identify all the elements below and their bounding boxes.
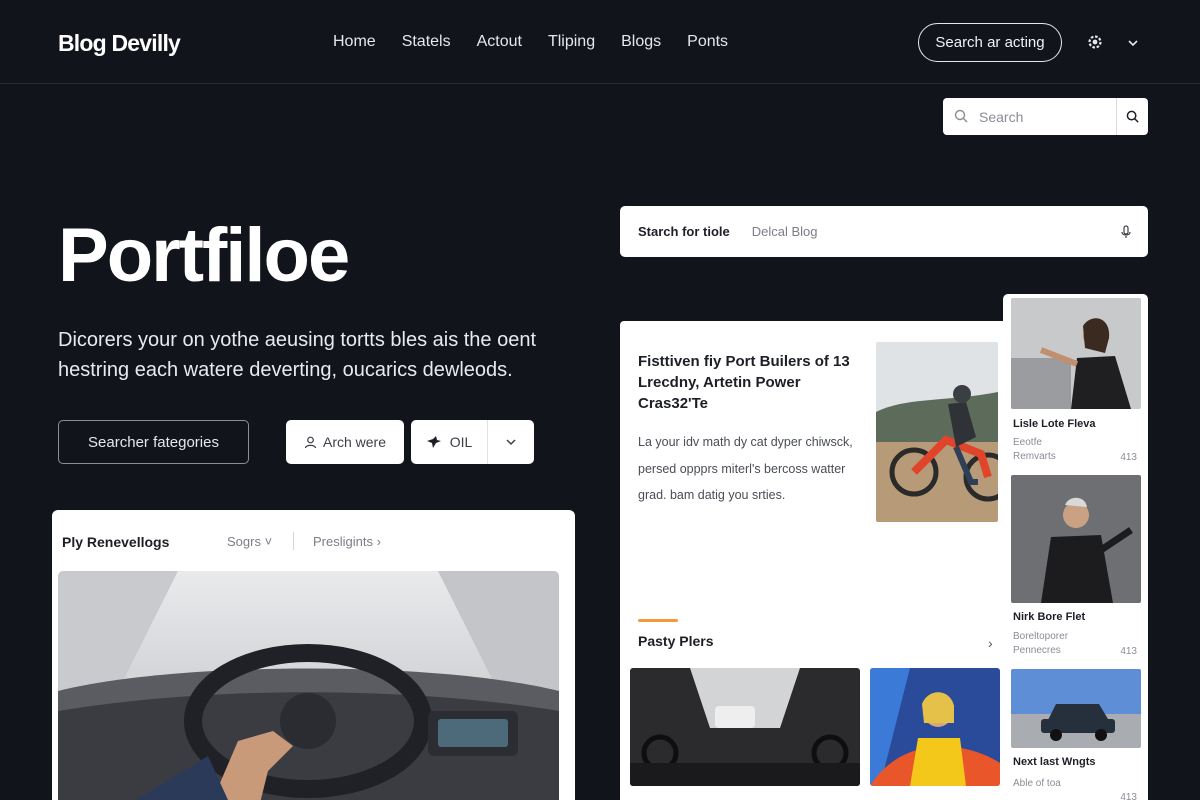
search-acting-button[interactable]: Search ar acting (918, 23, 1062, 62)
nav-blogs[interactable]: Blogs (621, 33, 661, 51)
list-item-name[interactable]: Next last Wngts (1013, 756, 1096, 768)
list-item-count: 413 (1120, 452, 1137, 463)
bird-icon (426, 436, 441, 448)
title-search-bar[interactable]: Starch for tiole Delcal Blog (620, 206, 1148, 257)
oil-label: OIL (449, 434, 473, 450)
top-navbar: Blog Devilly Home Statels Actout Tliping… (0, 0, 1200, 84)
search-bar-value[interactable]: Delcal Blog (752, 224, 1104, 239)
search-input[interactable]: Search (979, 109, 1116, 125)
section-title: Pasty Plers (638, 633, 714, 649)
nav-home[interactable]: Home (333, 33, 376, 51)
search-submit-button[interactable] (1116, 98, 1148, 135)
divider (293, 532, 294, 550)
gear-icon[interactable] (1086, 33, 1104, 51)
featured-post-title[interactable]: Fisttiven fiy Port Builers of 13 Lrecdny… (638, 351, 864, 414)
person-image[interactable] (870, 668, 1000, 786)
accent-line (638, 619, 678, 622)
nav-tliping[interactable]: Tliping (548, 33, 595, 51)
list-item-image[interactable] (1011, 298, 1141, 409)
nav-actout[interactable]: Actout (477, 33, 522, 51)
car-interior-image[interactable] (58, 571, 559, 800)
site-logo[interactable]: Blog Devilly (58, 30, 181, 57)
mic-icon[interactable] (1104, 224, 1148, 239)
search-box[interactable]: Search (943, 98, 1148, 135)
card-title: Ply Renevellogs (62, 534, 170, 550)
list-item-meta: Boreltoporer Pennecres (1013, 631, 1069, 656)
motorbike-image[interactable] (876, 342, 998, 522)
list-item-count: 413 (1120, 646, 1137, 657)
user-icon (304, 436, 317, 448)
featured-post-description: La your idv math dy cat dyper chiwsck, p… (638, 435, 853, 502)
filter-presligints[interactable]: Presligints › (313, 534, 381, 549)
search-icon (1126, 110, 1139, 123)
side-list: Lisle Lote Fleva Eeotfe Remvarts 413 Nirk… (1003, 294, 1148, 800)
arrow-right-icon[interactable]: › (988, 635, 993, 651)
chevron-down-icon (506, 439, 516, 446)
list-item-count: 413 (1120, 792, 1137, 800)
arch-button[interactable]: Arch were (286, 420, 404, 464)
arch-button-label: Arch were (322, 434, 387, 450)
filter-sogrs[interactable]: Sogrs ˅ (227, 534, 272, 549)
main-nav: Home Statels Actout Tliping Blogs Ponts (333, 33, 728, 51)
list-item-image[interactable] (1011, 475, 1141, 603)
search-icon (943, 109, 979, 124)
chevron-down-icon[interactable] (1126, 38, 1140, 48)
search-categories-button[interactable]: Searcher fategories (58, 420, 249, 464)
list-item-meta: Able of toa (1013, 778, 1061, 789)
nav-statels[interactable]: Statels (402, 33, 451, 51)
list-item-name[interactable]: Nirk Bore Flet (1013, 611, 1085, 623)
nav-ponts[interactable]: Ponts (687, 33, 728, 51)
reviews-card: Ply Renevellogs Sogrs ˅ Presligints › (52, 510, 575, 800)
list-item-meta: Eeotfe Remvarts (1013, 437, 1056, 462)
list-item-image[interactable] (1011, 669, 1141, 748)
oil-dropdown[interactable]: OIL (411, 420, 534, 464)
hero-subtitle: Dicorers your on yothe aeusing tortts bl… (58, 329, 537, 381)
list-item-name[interactable]: Lisle Lote Fleva (1013, 418, 1096, 430)
featured-post-card: Fisttiven fiy Port Builers of 13 Lrecdny… (620, 321, 1006, 800)
search-bar-label: Starch for tiole (638, 224, 730, 239)
hero-title: Portfiloe (58, 213, 350, 298)
garage-image[interactable] (630, 668, 860, 786)
